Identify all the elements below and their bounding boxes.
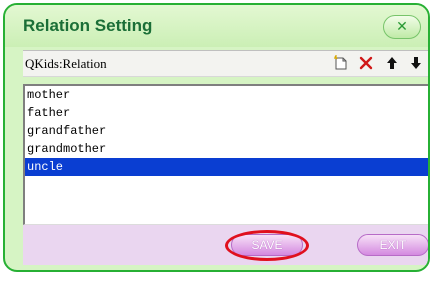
relation-list[interactable]: mother father grandfather grandmother un…	[23, 84, 428, 225]
dialog-title: Relation Setting	[23, 16, 153, 35]
relation-setting-dialog: Relation Setting ✕ QKids:Relation mother…	[3, 3, 430, 272]
list-item[interactable]: mother	[25, 86, 428, 104]
toolbar-label: QKids:Relation	[25, 56, 107, 71]
title-bar: Relation Setting ✕	[5, 5, 428, 47]
list-item-selected[interactable]: uncle	[25, 158, 428, 176]
save-highlight-ring	[225, 230, 309, 261]
close-button[interactable]: ✕	[383, 15, 421, 39]
move-down-icon[interactable]	[407, 54, 425, 72]
list-item[interactable]: father	[25, 104, 428, 122]
button-bar: SAVE EXIT	[23, 225, 428, 265]
list-toolbar: QKids:Relation	[23, 50, 428, 77]
move-up-icon[interactable]	[383, 54, 401, 72]
new-item-icon[interactable]	[332, 54, 350, 72]
list-item[interactable]: grandfather	[25, 122, 428, 140]
exit-button[interactable]: EXIT	[357, 234, 428, 256]
close-icon: ✕	[396, 19, 408, 35]
delete-icon[interactable]	[357, 54, 375, 72]
list-item[interactable]: grandmother	[25, 140, 428, 158]
